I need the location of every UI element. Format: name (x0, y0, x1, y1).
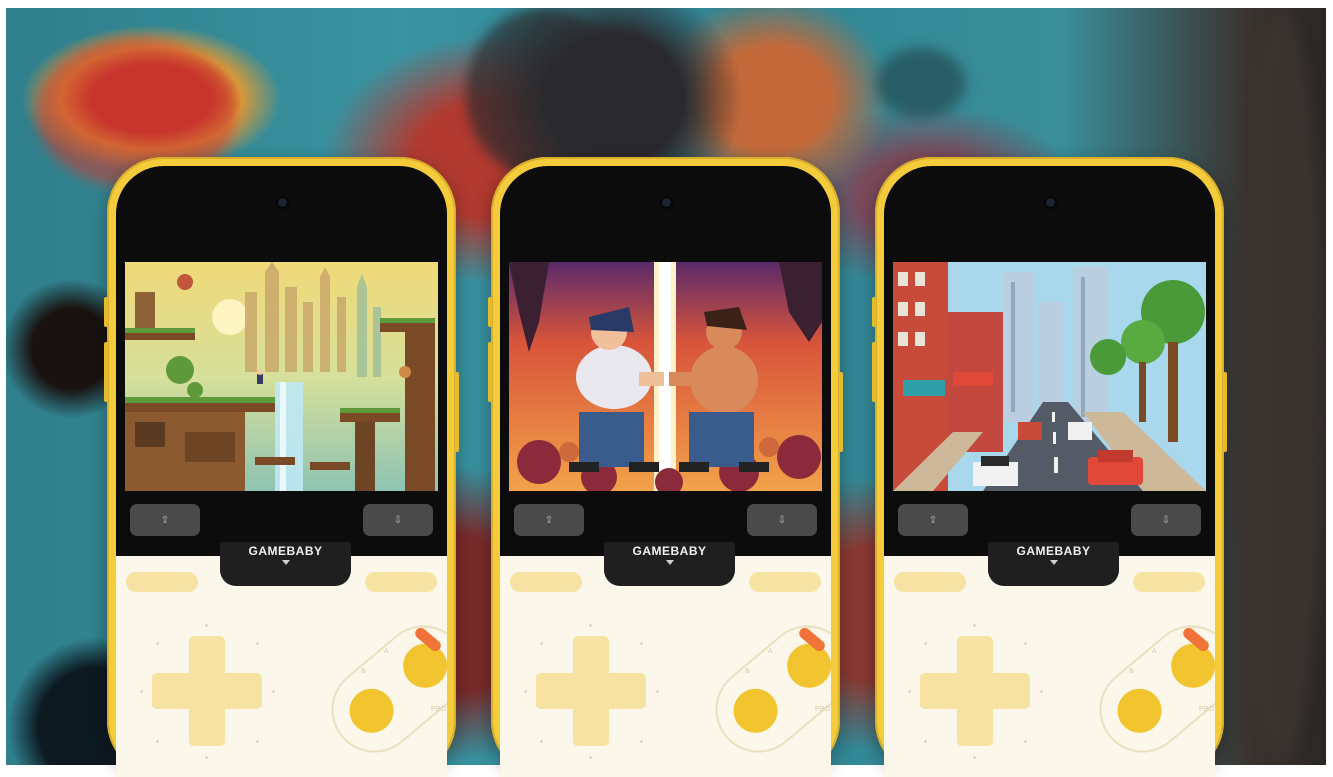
racing-scene (893, 262, 1206, 491)
brand-tab[interactable]: GAMEBABY (604, 542, 735, 586)
phone-screen: ⇪ ⇩ GAMEBABY B A PRO (884, 166, 1215, 777)
download-button[interactable]: ⇩ (747, 504, 817, 536)
download-icon: ⇩ (777, 514, 787, 526)
controller-panel: GAMEBABY B A PRO (116, 542, 447, 777)
brand-label: GAMEBABY (632, 544, 707, 558)
b-label: B (1129, 668, 1134, 675)
download-icon: ⇩ (393, 514, 403, 526)
dpad[interactable] (920, 636, 1030, 746)
brand-tab[interactable]: GAMEBABY (220, 542, 351, 586)
platformer-scene (125, 262, 438, 491)
brand-tab[interactable]: GAMEBABY (988, 542, 1119, 586)
controller-panel: GAMEBABY B A PRO (500, 542, 831, 777)
a-label: A (768, 648, 773, 655)
download-icon: ⇩ (1161, 514, 1171, 526)
download-button[interactable]: ⇩ (1131, 504, 1201, 536)
upload-button[interactable]: ⇪ (130, 504, 200, 536)
upload-button[interactable]: ⇪ (898, 504, 968, 536)
game-screen-platformer[interactable] (125, 262, 438, 491)
camera-icon (1045, 198, 1055, 207)
phone-3: ⇪ ⇩ GAMEBABY B A PRO (872, 157, 1227, 777)
camera-icon (661, 198, 671, 207)
camera-icon (277, 198, 287, 207)
fighting-scene (509, 262, 822, 491)
upload-icon: ⇪ (544, 514, 554, 526)
select-button[interactable] (894, 572, 966, 592)
brand-label: GAMEBABY (248, 544, 323, 558)
start-button[interactable] (1133, 572, 1205, 592)
phone-1: ⇪ ⇩ GAMEBABY B A PRO (104, 157, 459, 777)
start-button[interactable] (365, 572, 437, 592)
caret-down-icon (1049, 560, 1058, 565)
dpad[interactable] (152, 636, 262, 746)
a-label: A (384, 648, 389, 655)
a-label: A (1152, 648, 1157, 655)
controller-panel: GAMEBABY B A PRO (884, 542, 1215, 777)
select-button[interactable] (126, 572, 198, 592)
b-label: B (745, 668, 750, 675)
start-button[interactable] (749, 572, 821, 592)
select-button[interactable] (510, 572, 582, 592)
upload-button[interactable]: ⇪ (514, 504, 584, 536)
pro-label: PRO (431, 706, 447, 713)
dpad[interactable] (536, 636, 646, 746)
phone-screen: ⇪ ⇩ GAMEBABY B A PRO (500, 166, 831, 777)
caret-down-icon (281, 560, 290, 565)
download-button[interactable]: ⇩ (363, 504, 433, 536)
upload-icon: ⇪ (928, 514, 938, 526)
pro-label: PRO (1199, 706, 1215, 713)
game-screen-racing[interactable] (893, 262, 1206, 491)
phone-2: ⇪ ⇩ GAMEBABY B A PRO (488, 157, 843, 777)
b-label: B (361, 668, 366, 675)
phone-screen: ⇪ ⇩ GAMEBABY B A PRO (116, 166, 447, 777)
caret-down-icon (665, 560, 674, 565)
brand-label: GAMEBABY (1016, 544, 1091, 558)
pro-label: PRO (815, 706, 831, 713)
game-screen-fighting[interactable] (509, 262, 822, 491)
upload-icon: ⇪ (160, 514, 170, 526)
